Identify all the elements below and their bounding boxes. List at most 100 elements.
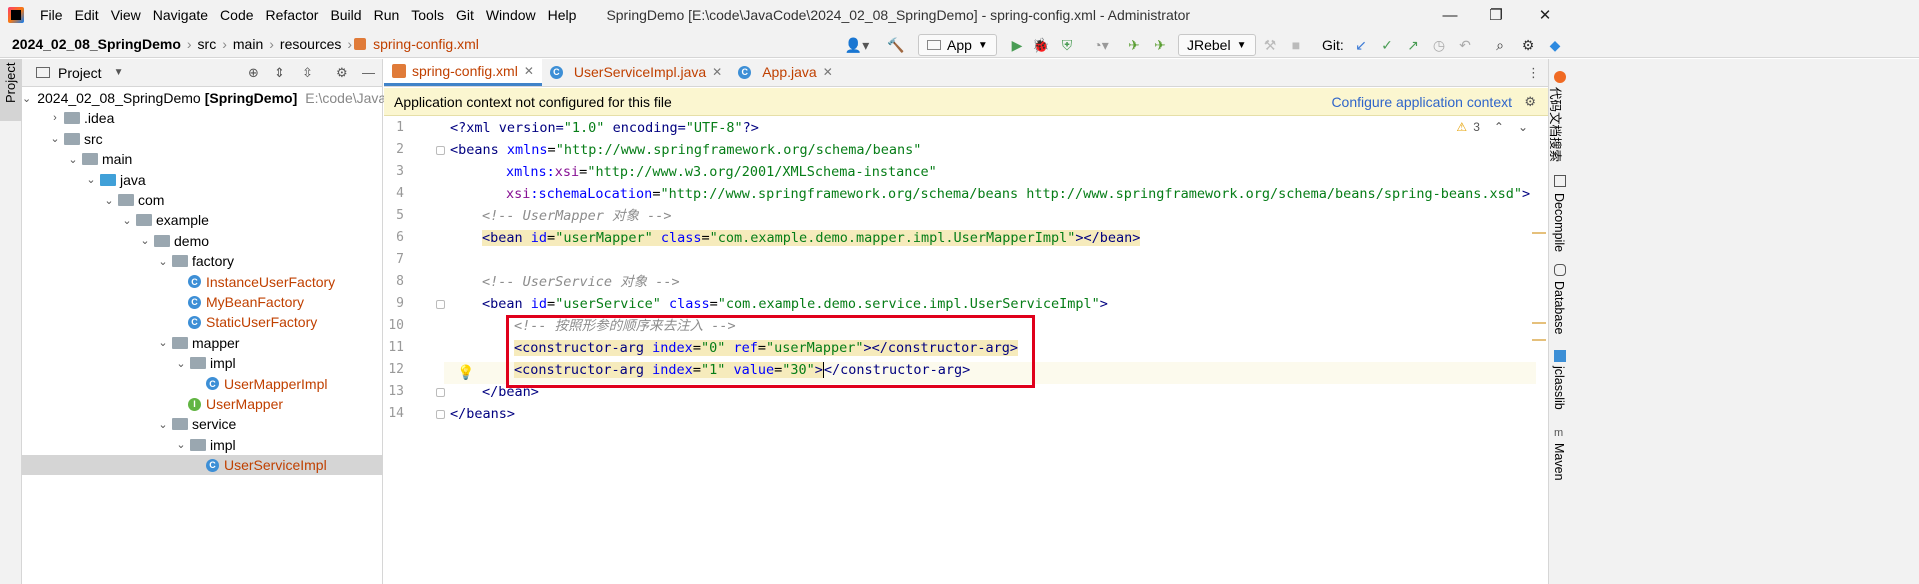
menu-run[interactable]: Run xyxy=(368,0,406,30)
tree-item[interactable]: I UserMapper xyxy=(22,394,383,414)
tree-item[interactable]: C UserServiceImpl xyxy=(22,455,383,476)
tree-item[interactable]: ⌄ java xyxy=(22,170,383,190)
more-tabs-icon[interactable]: ⋮ xyxy=(1527,65,1540,81)
expand-all-icon[interactable]: ⇕ xyxy=(274,65,285,81)
gear-icon[interactable]: ⚙ xyxy=(1524,94,1536,110)
menu-tools[interactable]: Tools xyxy=(405,0,450,30)
menu-navigate[interactable]: Navigate xyxy=(147,0,214,30)
tree-item[interactable]: C UserMapperImpl xyxy=(22,374,383,394)
chevron-right-icon[interactable]: › xyxy=(48,112,62,124)
jrebel-run-icon[interactable]: ✈ xyxy=(1124,34,1144,56)
chevron-down-icon[interactable]: ⌄ xyxy=(120,214,134,227)
tree-item[interactable]: ⌄ factory xyxy=(22,251,383,271)
tab-userserviceimpl-java[interactable]: C UserServiceImpl.java ✕ xyxy=(542,58,730,86)
chevron-down-icon[interactable]: ⌄ xyxy=(102,194,116,207)
git-update-icon[interactable]: ↙ xyxy=(1352,34,1370,56)
jrebel-debug-icon[interactable]: ✈ xyxy=(1150,34,1170,56)
minimize-button[interactable]: — xyxy=(1427,0,1473,30)
menu-edit[interactable]: Edit xyxy=(69,0,105,30)
run-configuration-select[interactable]: App ▼ xyxy=(918,34,997,56)
tree-item[interactable]: C StaticUserFactory xyxy=(22,312,383,332)
menu-code[interactable]: Code xyxy=(214,0,259,30)
breadcrumb-project[interactable]: 2024_02_08_SpringDemo xyxy=(8,36,185,52)
chevron-down-icon[interactable]: ⌄ xyxy=(66,153,80,166)
settings-gear-icon[interactable]: ⚙ xyxy=(1518,34,1538,56)
git-commit-icon[interactable]: ✓ xyxy=(1378,34,1396,56)
project-panel-title[interactable]: Project xyxy=(58,65,102,81)
chevron-up-icon[interactable]: ⌃ xyxy=(1494,120,1504,134)
maximize-button[interactable]: ❐ xyxy=(1473,0,1519,30)
git-push-icon[interactable]: ↗ xyxy=(1404,34,1422,56)
tree-item[interactable]: ⌄ src xyxy=(22,129,383,149)
locate-icon[interactable]: ⊕ xyxy=(248,65,259,81)
menu-help[interactable]: Help xyxy=(542,0,583,30)
tool-maven[interactable]: Maven xyxy=(1552,443,1566,481)
configure-context-link[interactable]: Configure application context xyxy=(1331,94,1512,110)
chevron-down-icon[interactable]: ⌄ xyxy=(1518,120,1528,134)
collapse-all-icon[interactable]: ⇳ xyxy=(302,65,313,81)
tree-item[interactable]: ⌄ com xyxy=(22,190,383,210)
chevron-down-icon[interactable]: ⌄ xyxy=(48,132,62,145)
breadcrumb-resources[interactable]: resources xyxy=(276,36,345,52)
chevron-down-icon[interactable]: ▼ xyxy=(114,67,124,78)
editor-scrollbar[interactable] xyxy=(1532,117,1548,584)
menu-view[interactable]: View xyxy=(105,0,147,30)
search-icon[interactable]: ⌕ xyxy=(1490,34,1510,56)
tree-item[interactable]: ⌄ impl xyxy=(22,353,383,373)
chevron-down-icon[interactable]: ⌄ xyxy=(84,173,98,186)
project-tool-tab[interactable]: Project xyxy=(0,59,22,121)
hide-icon[interactable]: — xyxy=(362,65,375,80)
tool-jclasslib[interactable]: jclasslib xyxy=(1552,366,1566,410)
tree-item[interactable]: C MyBeanFactory xyxy=(22,292,383,312)
tree-item[interactable]: ⌄ demo xyxy=(22,231,383,251)
user-profile-icon[interactable]: 👤▾ xyxy=(842,34,872,56)
warnings-indicator[interactable]: ⚠ 3 ⌃ ⌄ xyxy=(1456,120,1528,134)
breadcrumb-file[interactable]: spring-config.xml xyxy=(369,36,483,52)
tab-app-java[interactable]: C App.java ✕ xyxy=(730,58,841,86)
chevron-right-icon: › xyxy=(222,35,227,52)
menu-file[interactable]: File xyxy=(34,0,69,30)
tool-decompile[interactable]: Decompile xyxy=(1552,193,1566,252)
tool-database[interactable]: Database xyxy=(1552,281,1566,335)
close-window-button[interactable]: ✕ xyxy=(1522,0,1568,30)
tree-item[interactable]: ⌄ mapper xyxy=(22,333,383,353)
jrebel-select[interactable]: JRebel ▼ xyxy=(1178,34,1256,56)
git-history-icon[interactable]: ◷ xyxy=(1430,34,1448,56)
git-rollback-icon[interactable]: ↶ xyxy=(1456,34,1474,56)
tree-item[interactable]: ⌄ impl xyxy=(22,435,383,455)
tab-spring-config-xml[interactable]: spring-config.xml ✕ xyxy=(384,58,542,86)
chevron-down-icon[interactable]: ⌄ xyxy=(156,418,170,431)
menu-refactor[interactable]: Refactor xyxy=(260,0,325,30)
close-icon[interactable]: ✕ xyxy=(524,64,534,78)
close-icon[interactable]: ✕ xyxy=(712,65,722,79)
breadcrumb-src[interactable]: src xyxy=(194,36,221,52)
tree-item[interactable]: ⌄ example xyxy=(22,210,383,230)
profile-icon[interactable]: ◔▾ xyxy=(1084,34,1118,56)
stop-icon[interactable]: ■ xyxy=(1288,34,1304,56)
tree-item[interactable]: ⌄ main xyxy=(22,149,383,169)
menu-window[interactable]: Window xyxy=(480,0,542,30)
chevron-down-icon[interactable]: ⌄ xyxy=(156,255,170,268)
tree-item[interactable]: ⌄ service xyxy=(22,414,383,434)
breadcrumb-main[interactable]: main xyxy=(229,36,267,52)
chevron-down-icon[interactable]: ⌄ xyxy=(22,92,31,105)
gear-icon[interactable]: ⚙ xyxy=(336,65,348,81)
hammer-disabled-icon[interactable]: ⚒ xyxy=(1260,34,1280,56)
chevron-down-icon[interactable]: ⌄ xyxy=(174,357,188,370)
menu-build[interactable]: Build xyxy=(324,0,367,30)
tool-code-doc-search[interactable]: 代码文档搜索 xyxy=(1547,87,1566,162)
tree-item[interactable]: C InstanceUserFactory xyxy=(22,272,383,292)
chevron-down-icon[interactable]: ⌄ xyxy=(174,438,188,451)
tree-item[interactable]: ⌄ 2024_02_08_SpringDemo [SpringDemo] E:\cod… xyxy=(22,88,386,108)
close-icon[interactable]: ✕ xyxy=(823,65,833,79)
toolbox-icon[interactable]: ◆ xyxy=(1545,34,1565,56)
folder-icon xyxy=(172,255,188,268)
coverage-icon[interactable]: ⛨ xyxy=(1058,34,1076,56)
run-icon[interactable]: ▶ xyxy=(1008,34,1026,56)
debug-icon[interactable]: 🐞 xyxy=(1032,34,1050,56)
chevron-down-icon[interactable]: ⌄ xyxy=(138,234,152,247)
tree-item[interactable]: › .idea xyxy=(22,108,383,128)
menu-git[interactable]: Git xyxy=(450,0,480,30)
build-hammer-icon[interactable]: 🔨 xyxy=(884,34,908,56)
chevron-down-icon[interactable]: ⌄ xyxy=(156,336,170,349)
